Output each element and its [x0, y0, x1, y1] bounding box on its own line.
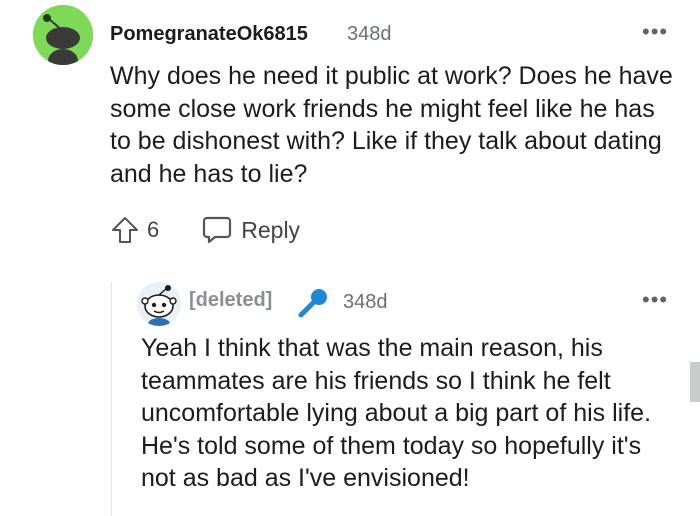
snoo-avatar-icon	[137, 282, 181, 326]
chat-bubble-icon	[201, 214, 233, 246]
comment-body: Yeah I think that was the main reason, h…	[141, 334, 652, 492]
comment-actions: 6 Reply	[110, 212, 300, 248]
reply-button[interactable]: Reply	[201, 214, 300, 246]
vote-count: 6	[147, 217, 160, 242]
more-options-button[interactable]: •••	[642, 21, 668, 43]
more-options-button[interactable]: •••	[642, 289, 668, 311]
reply-label: Reply	[241, 216, 301, 243]
comment: PomegranateOk6815 348d ••• Why does he n…	[0, 0, 700, 260]
timestamp: 348d	[343, 291, 388, 313]
avatar[interactable]	[33, 5, 93, 65]
thread-line[interactable]	[111, 282, 112, 516]
username[interactable]: PomegranateOk6815	[110, 23, 308, 46]
upvote-icon[interactable]	[110, 212, 140, 248]
timestamp: 348d	[347, 23, 392, 45]
avatar[interactable]	[137, 282, 181, 326]
snoo-avatar-icon	[33, 5, 93, 65]
comment-body: Why does he need it public at work? Does…	[110, 62, 673, 188]
comment-thread: PomegranateOk6815 348d ••• Why does he n…	[0, 0, 700, 516]
scrollbar[interactable]	[690, 362, 700, 402]
username: [deleted]	[189, 289, 273, 311]
microphone-icon	[296, 286, 330, 320]
